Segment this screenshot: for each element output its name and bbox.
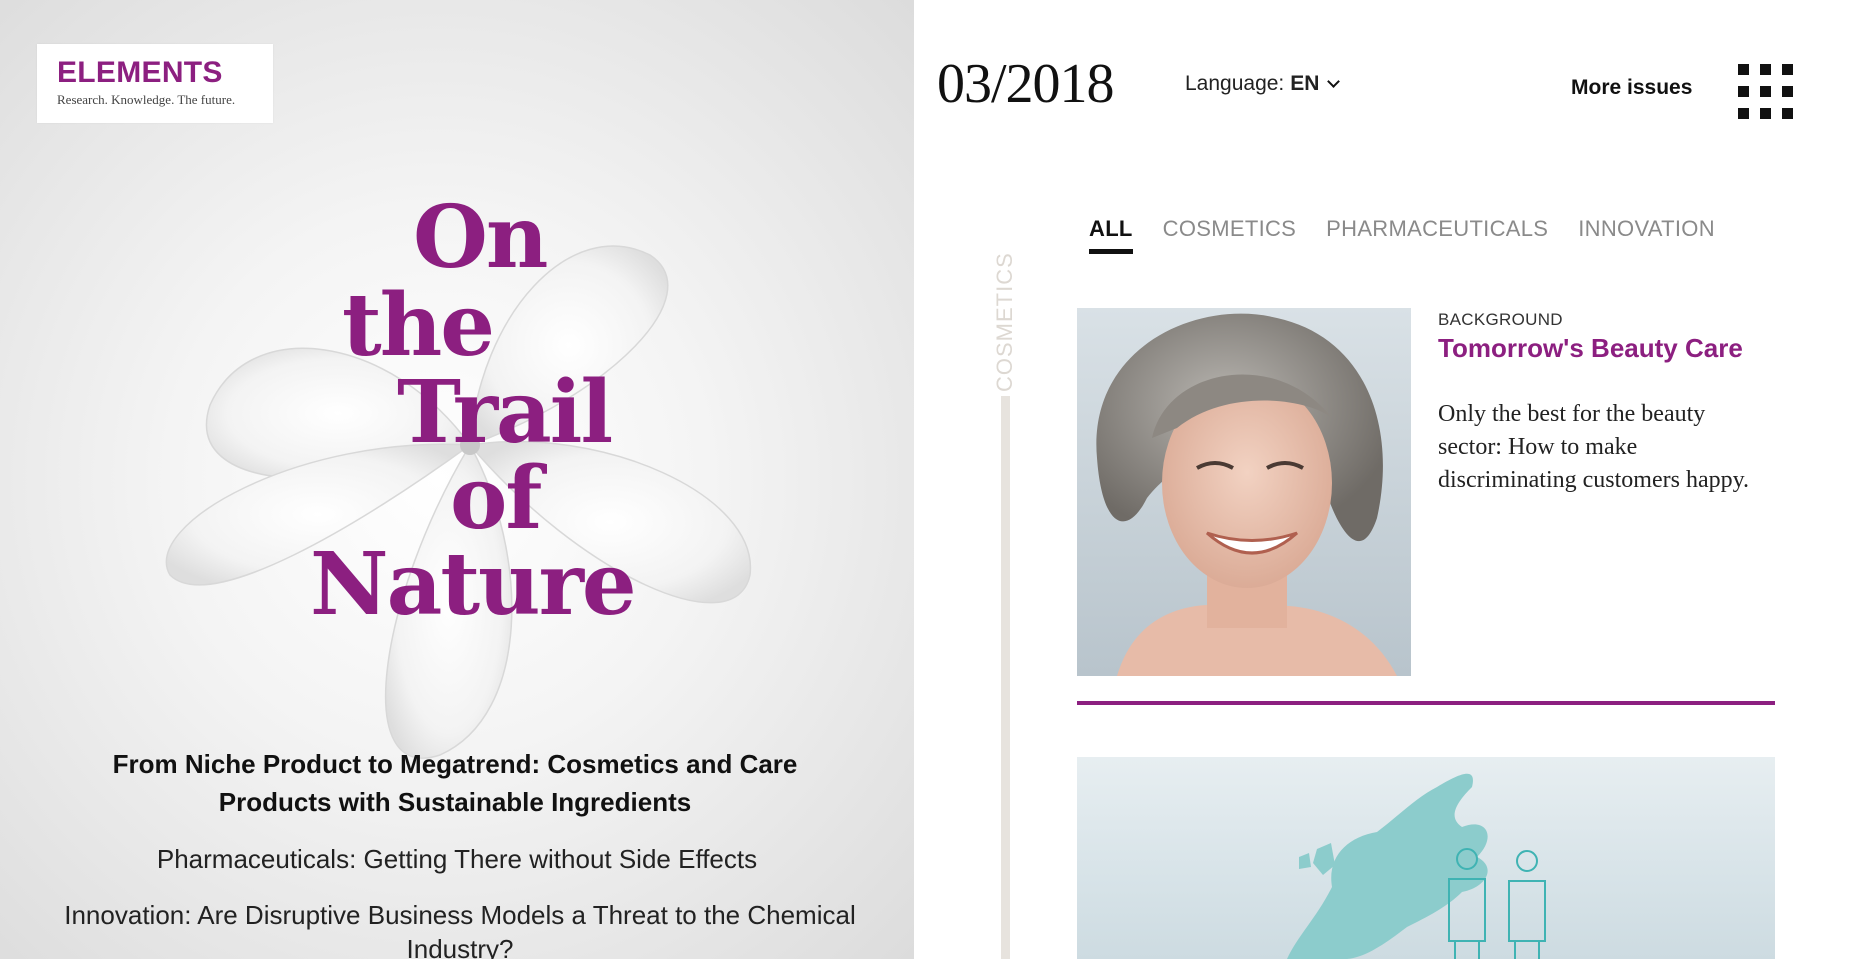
grid-dot xyxy=(1760,108,1771,119)
grid-dot xyxy=(1782,108,1793,119)
grid-dot xyxy=(1738,64,1749,75)
cover-headline-line: Nature xyxy=(310,534,637,635)
grid-menu-icon[interactable] xyxy=(1738,64,1794,120)
portrait-illustration xyxy=(1077,308,1411,676)
elements-logo[interactable]: ELEMENTS Research. Knowledge. The future… xyxy=(37,44,273,123)
tab-innovation[interactable]: INNOVATION xyxy=(1578,216,1715,254)
logo-title: ELEMENTS xyxy=(57,56,223,89)
grid-dot xyxy=(1782,64,1793,75)
cover-headline-line: Trail xyxy=(397,362,613,463)
logo-tagline: Research. Knowledge. The future. xyxy=(57,92,236,107)
category-tabs: ALL COSMETICS PHARMACEUTICALS INNOVATION xyxy=(1089,216,1715,254)
tab-cosmetics[interactable]: COSMETICS xyxy=(1163,216,1297,254)
grid-dot xyxy=(1738,86,1749,97)
chevron-down-icon xyxy=(1327,74,1341,88)
issue-number: 03/2018 xyxy=(937,53,1115,115)
language-value: EN xyxy=(1290,72,1320,95)
section-rail-label: COSMETICS xyxy=(992,252,1017,392)
grid-dot xyxy=(1782,86,1793,97)
article-teaser: Only the best for the beauty sector: How… xyxy=(1438,401,1750,493)
article-kicker: BACKGROUND xyxy=(1438,310,1563,329)
section-rail xyxy=(1001,396,1010,959)
grid-dot xyxy=(1760,64,1771,75)
europe-map-illustration xyxy=(1287,773,1546,959)
cover-story-link-innovation[interactable]: Innovation: Are Disruptive Business Mode… xyxy=(60,898,860,959)
cover-headline-line: On xyxy=(413,187,548,288)
more-issues-link[interactable]: More issues xyxy=(1571,76,1692,100)
cover-headline-line: of xyxy=(450,448,542,549)
tab-all[interactable]: ALL xyxy=(1089,216,1133,254)
tab-pharmaceuticals[interactable]: PHARMACEUTICALS xyxy=(1326,216,1548,254)
article-card-image[interactable] xyxy=(1077,757,1775,959)
grid-dot xyxy=(1760,86,1771,97)
cover-headline-line: the xyxy=(342,275,495,376)
language-selector[interactable]: Language: EN xyxy=(1185,72,1341,96)
article-divider xyxy=(1077,701,1775,705)
magazine-cover[interactable]: ELEMENTS Research. Knowledge. The future… xyxy=(0,0,914,959)
cover-lead-story-link[interactable]: From Niche Product to Megatrend: Cosmeti… xyxy=(80,745,830,821)
language-label: Language: xyxy=(1185,72,1285,95)
cover-story-link-pharma[interactable]: Pharmaceuticals: Getting There without S… xyxy=(0,842,914,876)
article-title-link[interactable]: Tomorrow's Beauty Care xyxy=(1438,332,1758,365)
grid-dot xyxy=(1738,108,1749,119)
article-portrait-image[interactable] xyxy=(1077,308,1411,676)
